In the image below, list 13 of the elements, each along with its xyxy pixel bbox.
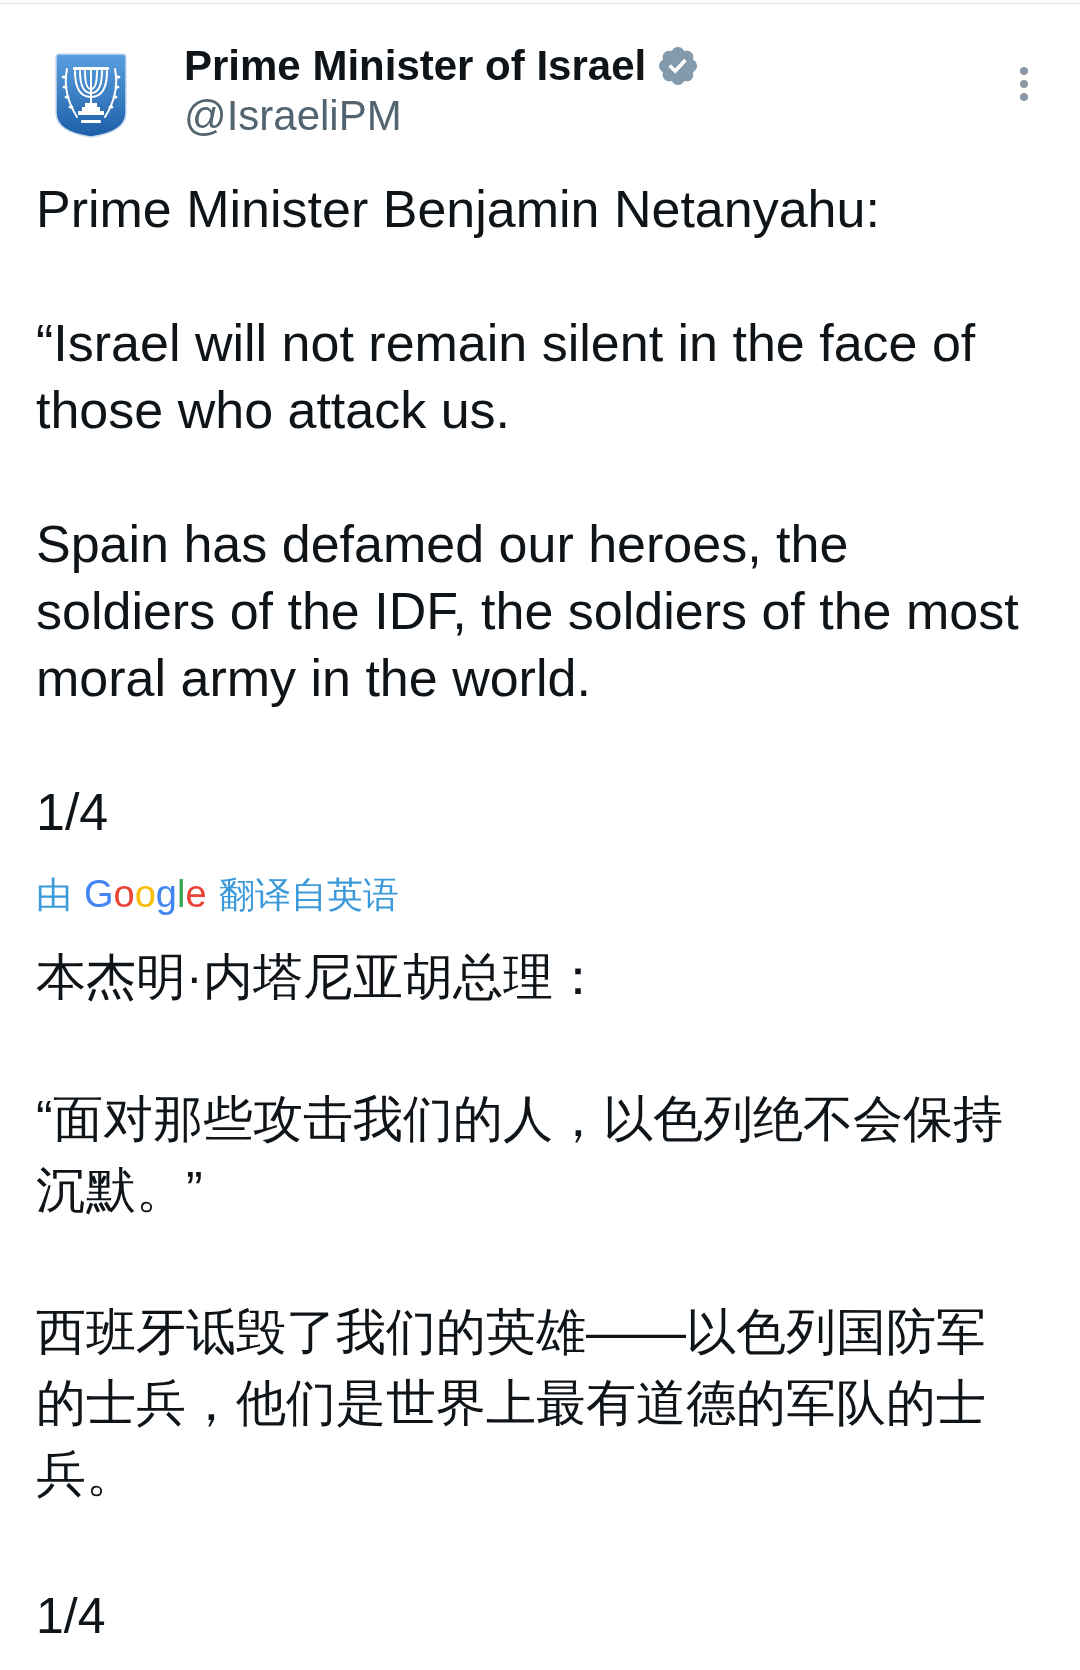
author-name[interactable]: Prime Minister of Israel	[184, 41, 647, 91]
menorah-emblem-avatar[interactable]	[55, 53, 127, 138]
tweet-text: 1/4	[36, 782, 110, 843]
translated-text: 本杰明·内塔尼亚胡总理：	[36, 948, 604, 1007]
translated-text: 1/4	[36, 1587, 107, 1646]
translated-text: 西班牙诋毁了我们的英雄——以色列国防军的士兵，他们是世界上最有道德的军队的士兵。	[36, 1303, 987, 1504]
tweet-text: Spain has defamed our heroes, the soldiers of the IDF, the soldiers of the most moral army in the world.	[36, 514, 1020, 709]
translation-link[interactable]: 由 Google 翻译自英语	[36, 870, 399, 919]
tweet-text: Prime Minister Benjamin Netanyahu:	[36, 179, 881, 240]
more-options-icon[interactable]	[1019, 67, 1029, 101]
author-handle[interactable]: @IsraeliPM	[184, 91, 402, 141]
translated-text: “面对那些攻击我们的人，以色列绝不会保持沉默。”	[36, 1090, 1004, 1220]
tweet-text: “Israel will not remain silent in the face of those who attack us.	[36, 313, 977, 441]
